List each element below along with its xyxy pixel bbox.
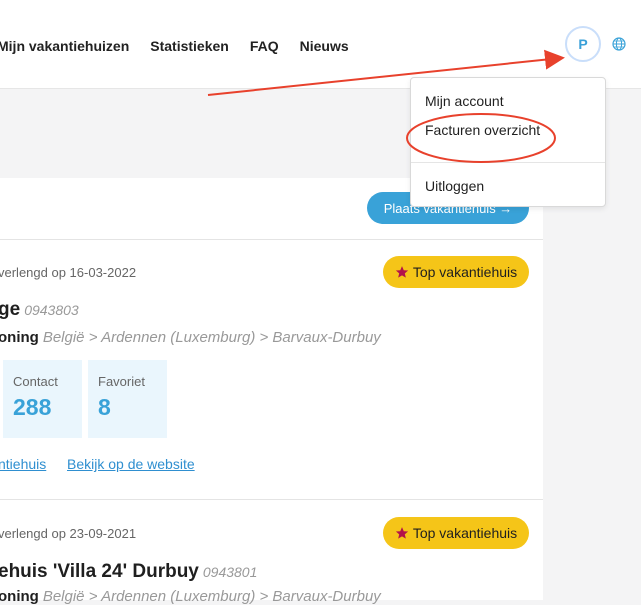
- stat-favorite-value: 8: [98, 394, 111, 420]
- globe-icon[interactable]: [612, 37, 626, 51]
- star-icon: [395, 266, 408, 278]
- listing-type: oning: [0, 329, 39, 346]
- listing-divider: [0, 499, 543, 500]
- listing-location: oning België > Ardennen (Luxemburg) > Bar…: [0, 329, 381, 346]
- listing-title-text: ehuis 'Villa 24' Durbuy: [0, 561, 199, 582]
- menu-item-logout[interactable]: Uitloggen: [425, 178, 484, 194]
- menu-item-invoices-overview[interactable]: Facturen overzicht: [425, 122, 540, 138]
- stat-favorite: Favoriet 8: [88, 360, 167, 438]
- stat-contact-value: 288: [13, 394, 52, 420]
- stat-contact: Contact 288: [3, 360, 82, 438]
- nav-my-holiday-homes[interactable]: Mijn vakantiehuizen: [0, 38, 129, 54]
- listing-type: oning: [0, 588, 39, 605]
- nav-faq[interactable]: FAQ: [250, 38, 279, 54]
- menu-item-my-account[interactable]: Mijn account: [425, 93, 504, 109]
- top-holiday-home-badge: Top vakantiehuis: [383, 517, 529, 549]
- nav-news[interactable]: Nieuws: [300, 38, 349, 54]
- edit-holiday-home-link[interactable]: ntiehuis: [0, 456, 46, 472]
- user-avatar-button[interactable]: P: [565, 26, 601, 62]
- listing-title-text: ge: [0, 299, 21, 320]
- listing-location: oning België > Ardennen (Luxemburg) > Bar…: [0, 588, 381, 605]
- listing-title[interactable]: ge 0943803: [0, 299, 79, 321]
- listing-code: 0943801: [202, 564, 258, 580]
- top-holiday-home-badge: Top vakantiehuis: [383, 256, 529, 288]
- listing-location-path: België > Ardennen (Luxemburg) > Barvaux-…: [42, 588, 381, 605]
- listing-renewed-date: verlengd op 16-03-2022: [0, 265, 137, 280]
- main-nav: Mijn vakantiehuizen Statistieken FAQ Nie…: [0, 38, 349, 54]
- nav-statistics[interactable]: Statistieken: [150, 38, 229, 54]
- view-on-website-link[interactable]: Bekijk op de website: [67, 456, 195, 472]
- account-dropdown-menu: Mijn account Facturen overzicht Uitlogge…: [410, 77, 606, 207]
- badge-label: Top vakantiehuis: [412, 525, 518, 541]
- listing-location-path: België > Ardennen (Luxemburg) > Barvaux-…: [42, 329, 381, 346]
- stat-contact-label: Contact: [13, 374, 58, 389]
- listing-title[interactable]: ehuis 'Villa 24' Durbuy 0943801: [0, 561, 257, 583]
- avatar-initial: P: [578, 36, 588, 52]
- panel-divider: [0, 239, 543, 240]
- top-header: Mijn vakantiehuizen Statistieken FAQ Nie…: [0, 0, 641, 89]
- badge-label: Top vakantiehuis: [412, 264, 518, 280]
- listing-code: 0943803: [24, 302, 79, 318]
- menu-divider: [411, 162, 605, 163]
- listing-renewed-date: verlengd op 23-09-2021: [0, 526, 137, 541]
- stat-favorite-label: Favoriet: [98, 374, 145, 389]
- star-icon: [395, 527, 408, 539]
